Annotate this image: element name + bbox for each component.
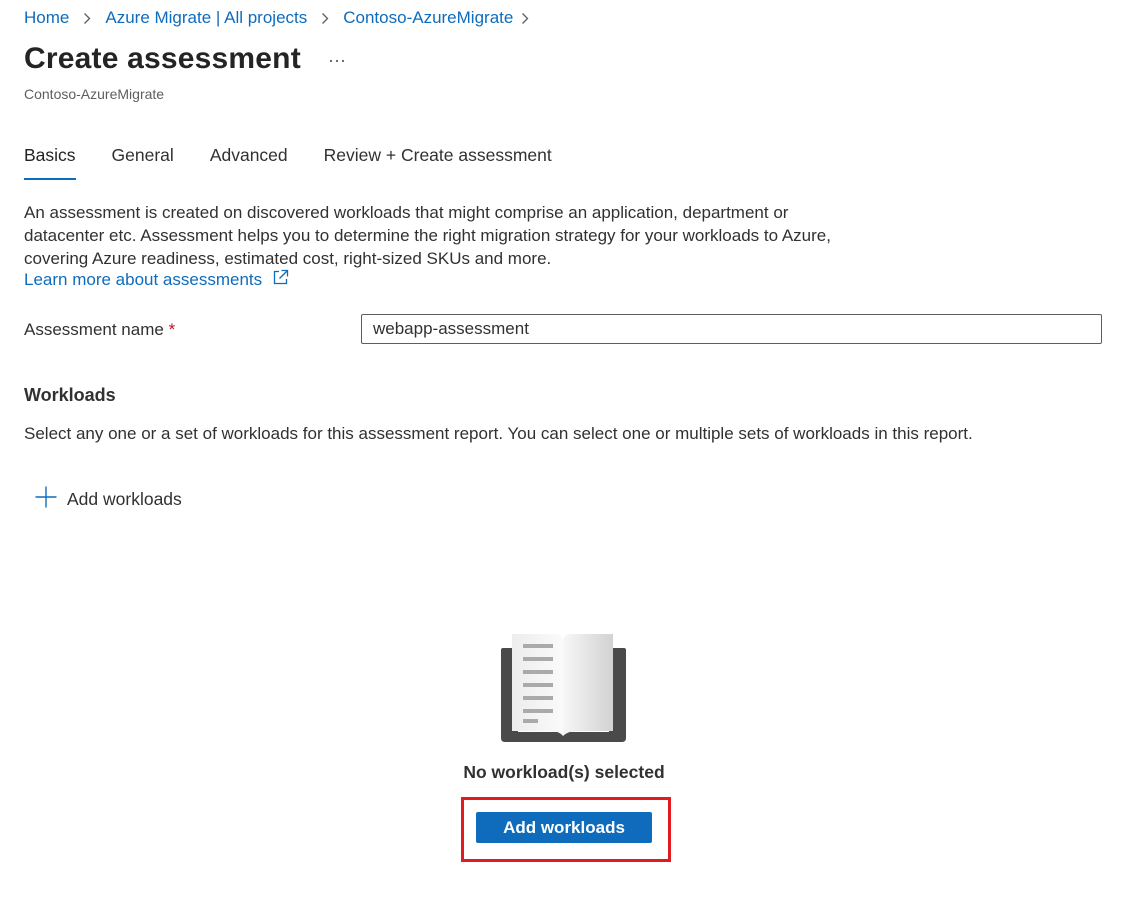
assessment-name-label: Assessment name *: [24, 320, 175, 340]
workloads-description: Select any one or a set of workloads for…: [24, 424, 973, 443]
breadcrumb: Home Azure Migrate | All projects Contos…: [24, 7, 537, 29]
more-options-button[interactable]: [326, 48, 348, 70]
chevron-right-icon: [307, 8, 343, 28]
chevron-right-icon: [69, 8, 105, 28]
plus-icon: [34, 485, 67, 514]
chevron-right-icon: [513, 8, 537, 28]
tab-advanced[interactable]: Advanced: [210, 142, 288, 180]
required-indicator: *: [168, 320, 176, 339]
more-icon: [329, 50, 345, 68]
assessment-description: An assessment is created on discovered w…: [24, 203, 831, 268]
breadcrumb-all-projects[interactable]: Azure Migrate | All projects: [105, 8, 307, 28]
add-workloads-link[interactable]: Add workloads: [34, 486, 182, 512]
breadcrumb-project[interactable]: Contoso-AzureMigrate: [343, 8, 513, 28]
add-workloads-link-label: Add workloads: [67, 488, 182, 509]
external-link-icon: [262, 269, 289, 291]
add-workloads-button[interactable]: Add workloads: [476, 812, 652, 843]
workloads-heading: Workloads: [24, 385, 116, 405]
breadcrumb-home[interactable]: Home: [24, 8, 69, 28]
open-book-icon: [499, 632, 628, 744]
page-subtitle: Contoso-AzureMigrate: [24, 86, 165, 102]
page-title: Create assessment: [24, 42, 301, 75]
tab-review-create[interactable]: Review + Create assessment: [324, 142, 552, 180]
tab-basics[interactable]: Basics: [24, 142, 76, 180]
assessment-name-label-text: Assessment name: [24, 320, 164, 339]
tab-bar: Basics General Advanced Review + Create …: [24, 142, 588, 180]
empty-state-message: No workload(s) selected: [463, 762, 665, 782]
learn-more-label: Learn more about assessments: [24, 270, 263, 289]
tab-general[interactable]: General: [112, 142, 174, 180]
learn-more-link[interactable]: Learn more about assessments: [24, 269, 289, 291]
assessment-name-input[interactable]: [361, 314, 1102, 344]
